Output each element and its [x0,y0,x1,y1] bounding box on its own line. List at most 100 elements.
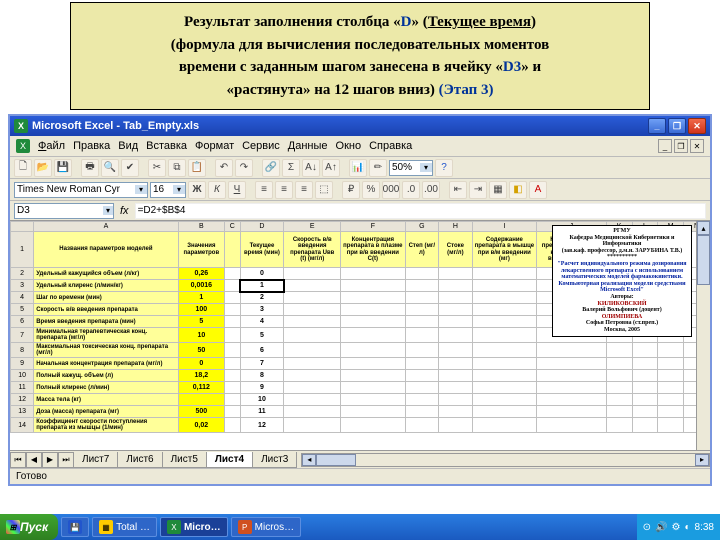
cut-icon[interactable]: ✂ [148,159,166,177]
time-cell[interactable]: 10 [240,394,284,406]
param-name-cell[interactable]: Полный кажущ. объем (л) [34,370,178,382]
chevron-down-icon[interactable]: ▾ [173,185,185,194]
param-value-cell[interactable]: 500 [178,406,224,418]
zoom-box[interactable]: ▾ [389,160,433,176]
chevron-down-icon[interactable]: ▾ [103,206,113,215]
chevron-down-icon[interactable]: ▾ [135,185,147,194]
param-value-cell[interactable]: 18,2 [178,370,224,382]
minimize-button[interactable]: _ [648,118,666,134]
param-name-cell[interactable]: Максимальная токсическая конц. препарата… [34,343,178,358]
tray-icon[interactable]: ⚙ [672,522,681,533]
time-cell[interactable]: 2 [240,292,284,304]
param-value-cell[interactable]: 50 [178,343,224,358]
zoom-dropdown-icon[interactable]: ▾ [420,163,432,172]
formula-input[interactable] [135,203,706,219]
sheet-tab[interactable]: Лист3 [252,452,297,468]
system-tray[interactable]: ⊙ 🔊 ⚙ ◐ 8:38 [637,514,720,540]
time-cell[interactable]: 5 [240,328,284,343]
fill-color-icon[interactable]: ◧ [509,181,527,199]
tab-next-icon[interactable]: ▶ [42,452,58,468]
merge-icon[interactable]: ⬚ [315,181,333,199]
italic-icon[interactable]: К [208,181,226,199]
table-row[interactable]: 10Полный кажущ. объем (л)18,28 [11,370,710,382]
param-value-cell[interactable]: 0 [178,358,224,370]
font-name-box[interactable]: ▾ [14,182,148,198]
doc-minimize[interactable]: _ [658,139,672,153]
time-cell[interactable]: 1 [240,280,284,292]
taskbar-item[interactable]: PMicros… [231,517,301,537]
sort-asc-icon[interactable]: A↓ [302,159,320,177]
scroll-right-icon[interactable]: ▸ [695,454,709,466]
redo-icon[interactable]: ↷ [235,159,253,177]
restore-button[interactable]: ❐ [668,118,686,134]
table-row[interactable]: 12Масса тела (кг)10 [11,394,710,406]
time-cell[interactable]: 9 [240,382,284,394]
tab-first-icon[interactable]: ⏮ [10,452,26,468]
inc-dec-icon[interactable]: .0 [402,181,420,199]
table-row[interactable]: 14Коэффициент скорости поступления препа… [11,418,710,433]
param-name-cell[interactable]: Удельный кажущийся объем (л/кг) [34,268,178,280]
tab-prev-icon[interactable]: ◀ [26,452,42,468]
hscroll-thumb[interactable] [316,454,356,466]
time-cell[interactable]: 6 [240,343,284,358]
comma-icon[interactable]: 000 [382,181,400,199]
start-button[interactable]: ⊞ Пуск [0,514,58,540]
sheet-tab[interactable]: Лист5 [162,452,207,468]
open-icon[interactable]: 📂 [34,159,52,177]
sum-icon[interactable]: Σ [282,159,300,177]
time-cell[interactable]: 12 [240,418,284,433]
taskbar-item-active[interactable]: XMicro… [160,517,228,537]
tray-icon[interactable]: ⊙ [643,522,651,533]
taskbar-item[interactable]: 💾 [61,517,89,537]
worksheet-area[interactable]: A B C D E F G H I J K L M N 1 Названия п… [10,220,710,450]
tray-icon[interactable]: 🔊 [655,522,667,533]
param-value-cell[interactable]: 100 [178,304,224,316]
align-right-icon[interactable]: ≡ [295,181,313,199]
table-row[interactable]: 13Доза (масса) препарата (мг)50011 [11,406,710,418]
time-cell[interactable]: 3 [240,304,284,316]
param-name-cell[interactable]: Масса тела (кг) [34,394,178,406]
col-E[interactable]: E [284,222,341,232]
tab-last-icon[interactable]: ⏭ [58,452,74,468]
title-bar[interactable]: X Microsoft Excel - Tab_Empty.xls _ ❐ ✕ [10,116,710,136]
param-value-cell[interactable]: 5 [178,316,224,328]
col-G[interactable]: G [405,222,439,232]
col-A[interactable]: A [34,222,178,232]
doc-restore[interactable]: ❐ [674,139,688,153]
copy-icon[interactable]: ⧉ [168,159,186,177]
close-button[interactable]: ✕ [688,118,706,134]
help-icon[interactable]: ? [435,159,453,177]
param-name-cell[interactable]: Время введения препарата (мин) [34,316,178,328]
paste-icon[interactable]: 📋 [188,159,206,177]
font-color-icon[interactable]: A [529,181,547,199]
param-value-cell[interactable]: 0,112 [178,382,224,394]
indent-inc-icon[interactable]: ⇥ [469,181,487,199]
fx-icon[interactable]: fx [120,205,129,217]
spell-icon[interactable]: ✔ [121,159,139,177]
horizontal-scrollbar[interactable]: ◂ ▸ [301,453,710,467]
param-name-cell[interactable]: Минимальная терапевтическая конц. препар… [34,328,178,343]
tray-icon[interactable]: ◐ [684,522,690,533]
table-row[interactable]: 11Полный клиренс (л/мин)0,1129 [11,382,710,394]
param-name-cell[interactable]: Скорость в/в введения препарата [34,304,178,316]
menu-format[interactable]: Формат [195,140,234,152]
sheet-tab[interactable]: Лист6 [117,452,162,468]
time-cell[interactable]: 7 [240,358,284,370]
param-name-cell[interactable]: Полный клиренс (л/мин) [34,382,178,394]
windows-taskbar[interactable]: ⊞ Пуск 💾 ▦Total … XMicro… PMicros… ⊙ 🔊 ⚙… [0,514,720,540]
param-value-cell[interactable]: 0,02 [178,418,224,433]
font-size-box[interactable]: ▾ [150,182,186,198]
chart-icon[interactable]: 📊 [349,159,367,177]
link-icon[interactable]: 🔗 [262,159,280,177]
indent-dec-icon[interactable]: ⇤ [449,181,467,199]
underline-icon[interactable]: Ч [228,181,246,199]
sheet-tab[interactable]: Лист7 [73,452,118,468]
menu-edit[interactable]: Правка [73,140,110,152]
doc-close[interactable]: ✕ [690,139,704,153]
scroll-up-icon[interactable]: ▴ [697,221,710,235]
col-D[interactable]: D [240,222,284,232]
font-name-input[interactable] [15,184,135,195]
col-I[interactable]: I [472,222,536,232]
param-name-cell[interactable]: Удельный клиренс (л/мин/кг) [34,280,178,292]
table-row[interactable]: 8Максимальная токсическая конц. препарат… [11,343,710,358]
